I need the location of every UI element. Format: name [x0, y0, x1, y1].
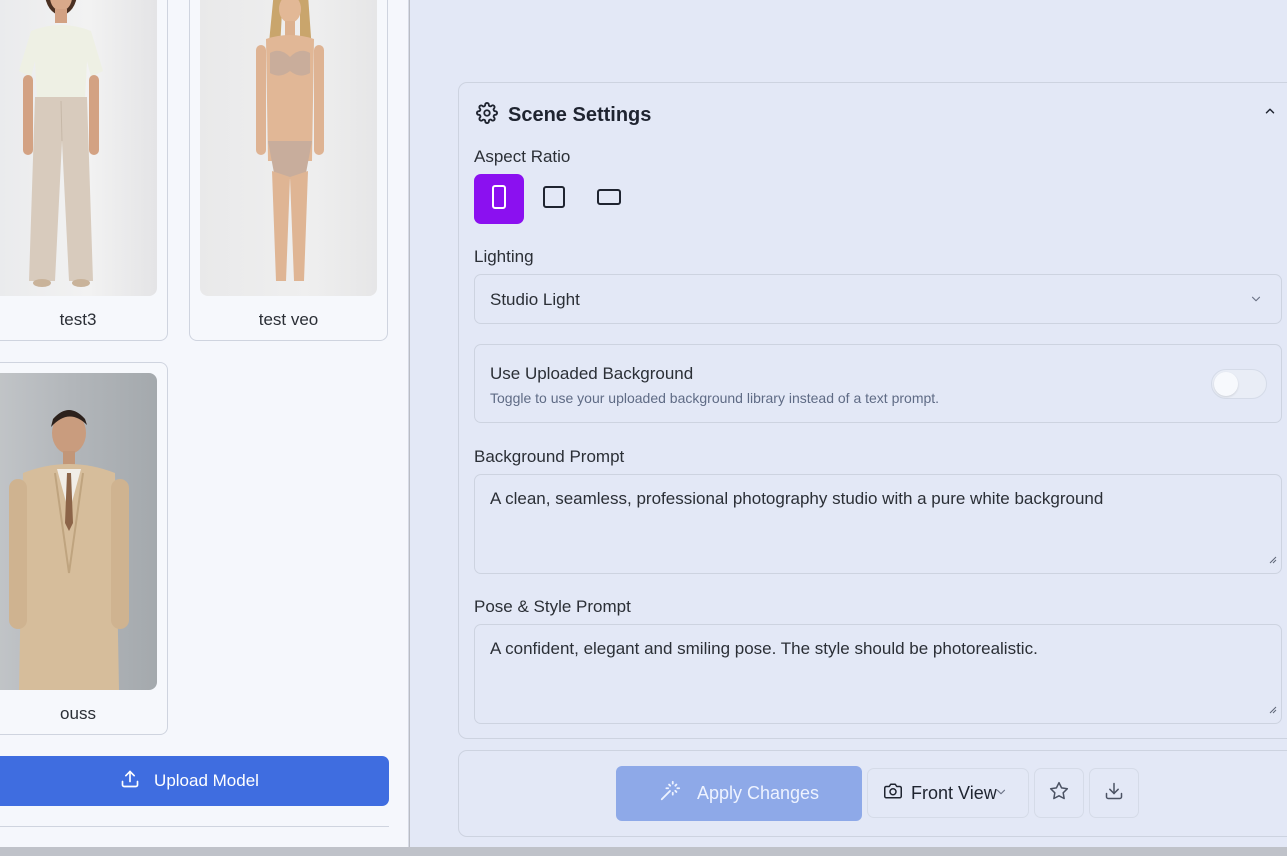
apply-changes-button[interactable]: Apply Changes	[616, 766, 862, 821]
pose-prompt-input[interactable]: A confident, elegant and smiling pose. T…	[474, 624, 1282, 724]
star-icon	[1049, 781, 1069, 806]
upload-icon	[120, 769, 140, 794]
background-prompt-text: A clean, seamless, professional photogra…	[490, 489, 1104, 508]
model-name: test3	[59, 310, 97, 329]
aspect-ratio-landscape-button[interactable]	[584, 174, 634, 224]
action-bar: Apply Changes Front View	[458, 750, 1287, 837]
model-library-panel: test3 test veo ouss Upload Model	[0, 0, 409, 847]
model-photo-test-veo	[200, 0, 377, 296]
resize-handle-icon[interactable]	[1269, 701, 1277, 719]
upload-model-button[interactable]: Upload Model	[0, 756, 389, 806]
model-card-test3[interactable]: test3	[0, 0, 168, 341]
use-background-description: Toggle to use your uploaded background l…	[490, 390, 940, 406]
model-card-ouss[interactable]: ouss	[0, 362, 168, 735]
lighting-value: Studio Light	[490, 290, 580, 309]
chevron-down-icon	[994, 783, 1008, 804]
view-value: Front View	[911, 782, 997, 803]
camera-icon	[884, 782, 902, 805]
view-select[interactable]: Front View	[867, 768, 1029, 818]
apply-changes-label: Apply Changes	[696, 783, 820, 803]
aspect-ratio-square-button[interactable]	[529, 174, 579, 224]
pose-prompt-text: A confident, elegant and smiling pose. T…	[490, 639, 1038, 658]
download-button[interactable]	[1089, 768, 1139, 818]
aspect-ratio-portrait-button[interactable]	[474, 174, 524, 224]
background-prompt-label: Background Prompt	[474, 447, 625, 466]
window-bottom-edge	[0, 847, 1287, 856]
magic-wand-icon	[659, 780, 681, 807]
gear-icon	[476, 102, 498, 129]
scene-settings-title: Scene Settings	[508, 104, 652, 126]
resize-handle-icon[interactable]	[1269, 551, 1277, 569]
lighting-select[interactable]: Studio Light	[474, 274, 1282, 324]
scene-settings-header[interactable]: Scene Settings	[476, 102, 651, 129]
model-name: ouss	[60, 704, 96, 723]
model-card-test-veo[interactable]: test veo	[189, 0, 388, 341]
model-photo-ouss	[0, 373, 157, 690]
use-background-title: Use Uploaded Background	[490, 364, 694, 383]
toggle-knob	[1214, 372, 1238, 396]
aspect-ratio-label: Aspect Ratio	[474, 147, 571, 166]
lighting-label: Lighting	[474, 247, 534, 266]
upload-model-label: Upload Model	[154, 771, 259, 790]
use-background-toggle[interactable]	[1211, 369, 1267, 399]
square-icon	[542, 185, 566, 214]
background-prompt-input[interactable]: A clean, seamless, professional photogra…	[474, 474, 1282, 574]
model-photo-test3	[0, 0, 157, 296]
portrait-icon	[491, 184, 507, 215]
favorite-button[interactable]	[1034, 768, 1084, 818]
model-name: test veo	[258, 310, 319, 329]
chevron-up-icon[interactable]	[1263, 104, 1277, 123]
download-icon	[1104, 781, 1124, 806]
divider	[0, 826, 389, 827]
scene-settings-card: Scene Settings Aspect Ratio Lighting Stu…	[458, 82, 1287, 739]
landscape-icon	[596, 188, 622, 211]
editor-panel: Scene Settings Aspect Ratio Lighting Stu…	[410, 0, 1287, 847]
pose-prompt-label: Pose & Style Prompt	[474, 597, 631, 616]
chevron-down-icon	[1249, 292, 1263, 311]
use-background-option: Use Uploaded Background Toggle to use yo…	[474, 344, 1282, 423]
